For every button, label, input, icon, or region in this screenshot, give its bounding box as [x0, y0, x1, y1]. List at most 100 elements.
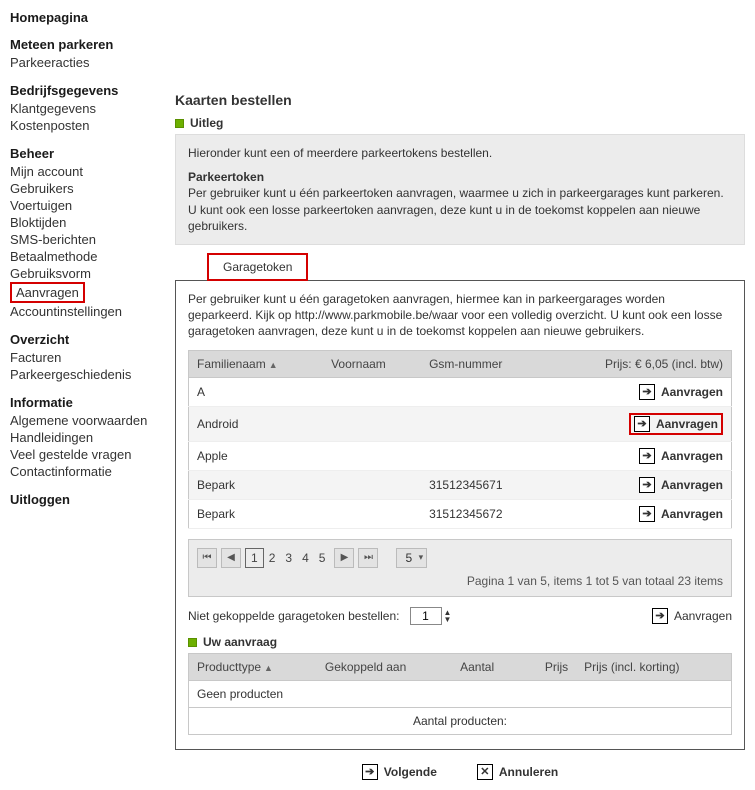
request-button[interactable]: ➔Aanvragen: [639, 384, 723, 400]
arrow-right-icon: ➔: [362, 764, 378, 780]
nav-gebruiksvorm[interactable]: Gebruiksvorm: [10, 265, 170, 282]
pager-next-icon[interactable]: ▶: [334, 548, 354, 568]
pager-first-icon[interactable]: ⏮: [197, 548, 217, 568]
table-row: Apple ➔Aanvragen: [189, 441, 732, 470]
nav-aanvragen[interactable]: Aanvragen: [10, 282, 85, 303]
col-prijs: Prijs: € 6,05 (incl. btw): [545, 350, 732, 377]
pager-page-4[interactable]: 4: [297, 548, 314, 568]
nav-facturen[interactable]: Facturen: [10, 349, 170, 366]
pager-last-icon[interactable]: ⏭: [358, 548, 378, 568]
nav-algemene-voorwaarden[interactable]: Algemene voorwaarden: [10, 412, 170, 429]
products-table: Producttype▲ Gekoppeld aan Aantal Prijs …: [188, 653, 732, 735]
tab-garagetoken[interactable]: Garagetoken: [207, 253, 308, 281]
request-button[interactable]: ➔Aanvragen: [629, 413, 723, 435]
sort-asc-icon: ▲: [264, 663, 273, 673]
cell-voornaam: [323, 499, 421, 528]
cancel-button[interactable]: ✕ Annuleren: [477, 764, 558, 780]
col-gsm[interactable]: Gsm-nummer: [421, 350, 545, 377]
col-aantal[interactable]: Aantal: [452, 653, 521, 680]
cell-voornaam: [323, 406, 421, 441]
spinner-down-icon[interactable]: ▼: [444, 616, 452, 623]
nav-overzicht[interactable]: Overzicht: [10, 332, 170, 347]
pager-info: Pagina 1 van 5, items 1 tot 5 van totaal…: [197, 574, 723, 588]
arrow-right-icon: ➔: [652, 608, 668, 624]
request-button[interactable]: ➔Aanvragen: [639, 448, 723, 464]
cell-voornaam: [323, 441, 421, 470]
cell-gsm: [421, 441, 545, 470]
pager-page-2[interactable]: 2: [264, 548, 281, 568]
pager-page-3[interactable]: 3: [280, 548, 297, 568]
nav-betaalmethode[interactable]: Betaalmethode: [10, 248, 170, 265]
col-familienaam[interactable]: Familienaam▲: [189, 350, 324, 377]
col-producttype[interactable]: Producttype▲: [189, 653, 317, 680]
nav-mijn-account[interactable]: Mijn account: [10, 163, 170, 180]
col-gekoppeld[interactable]: Gekoppeld aan: [317, 653, 452, 680]
request-button[interactable]: ➔Aanvragen: [639, 506, 723, 522]
nav-sms-berichten[interactable]: SMS-berichten: [10, 231, 170, 248]
table-row: Android ➔Aanvragen: [189, 406, 732, 441]
nav-parkeergeschiedenis[interactable]: Parkeergeschiedenis: [10, 366, 170, 383]
request-button[interactable]: ➔Aanvragen: [639, 477, 723, 493]
panel-garagetoken: Per gebruiker kunt u één garagetoken aan…: [175, 280, 745, 750]
info-body: Per gebruiker kunt u één parkeertoken aa…: [188, 185, 732, 234]
table-row: Bepark 31512345671 ➔Aanvragen: [189, 470, 732, 499]
arrow-right-icon: ➔: [639, 448, 655, 464]
page-title: Kaarten bestellen: [175, 92, 745, 108]
nav-handleidingen[interactable]: Handleidingen: [10, 429, 170, 446]
arrow-right-icon: ➔: [639, 384, 655, 400]
nav-parkeeracties[interactable]: Parkeeracties: [10, 54, 170, 71]
order-request-button[interactable]: ➔ Aanvragen: [652, 608, 732, 624]
order-label: Niet gekoppelde garagetoken bestellen:: [188, 609, 400, 623]
square-icon: [188, 638, 197, 647]
section-uitleg: Uitleg: [175, 116, 745, 130]
arrow-right-icon: ➔: [639, 477, 655, 493]
users-table: Familienaam▲ Voornaam Gsm-nummer Prijs: …: [188, 350, 732, 529]
total-row: Aantal producten:: [189, 707, 732, 734]
col-voornaam[interactable]: Voornaam: [323, 350, 421, 377]
nav-veel-gestelde-vragen[interactable]: Veel gestelde vragen: [10, 446, 170, 463]
page-size-select[interactable]: 5: [396, 548, 427, 568]
nav-kostenposten[interactable]: Kostenposten: [10, 117, 170, 134]
nav-uitloggen[interactable]: Uitloggen: [10, 492, 170, 507]
nav-bedrijfsgegevens[interactable]: Bedrijfsgegevens: [10, 83, 170, 98]
cell-gsm: 31512345671: [421, 470, 545, 499]
nav-accountinstellingen[interactable]: Accountinstellingen: [10, 303, 170, 320]
pager-prev-icon[interactable]: ◀: [221, 548, 241, 568]
nav-informatie[interactable]: Informatie: [10, 395, 170, 410]
col-prijs2[interactable]: Prijs: [522, 653, 577, 680]
nav-klantgegevens[interactable]: Klantgegevens: [10, 100, 170, 117]
cell-gsm: 31512345672: [421, 499, 545, 528]
main-content: Kaarten bestellen Uitleg Hieronder kunt …: [175, 0, 755, 790]
pager-page-1[interactable]: 1: [245, 548, 264, 568]
table-row: Bepark31512345672➔Aanvragen: [189, 499, 732, 528]
nav-beheer[interactable]: Beheer: [10, 146, 170, 161]
footer-buttons: ➔ Volgende ✕ Annuleren: [175, 764, 745, 780]
cell-familienaam: Android: [189, 406, 324, 441]
pager: ⏮ ◀ 12345 ▶ ⏭ 5 Pagina 1 van 5, items 1 …: [188, 539, 732, 597]
info-intro: Hieronder kunt een of meerdere parkeerto…: [188, 145, 732, 161]
empty-row: Geen producten: [189, 680, 732, 707]
cell-familienaam: Bepark: [189, 470, 324, 499]
nav-meteen-parkeren[interactable]: Meteen parkeren: [10, 37, 170, 52]
cell-voornaam: [323, 470, 421, 499]
info-box: Hieronder kunt een of meerdere parkeerto…: [175, 134, 745, 245]
col-prijs-korting[interactable]: Prijs (incl. korting): [576, 653, 731, 680]
pager-page-5[interactable]: 5: [314, 548, 331, 568]
order-qty-input[interactable]: [410, 607, 442, 625]
cell-familienaam: Apple: [189, 441, 324, 470]
next-button[interactable]: ➔ Volgende: [362, 764, 437, 780]
cell-gsm: [421, 406, 545, 441]
nav-voertuigen[interactable]: Voertuigen: [10, 197, 170, 214]
nav-bloktijden[interactable]: Bloktijden: [10, 214, 170, 231]
cell-familienaam: A: [189, 377, 324, 406]
table-row: A ➔Aanvragen: [189, 377, 732, 406]
sort-asc-icon: ▲: [269, 360, 278, 370]
arrow-right-icon: ➔: [634, 416, 650, 432]
info-subtitle: Parkeertoken: [188, 169, 732, 185]
cell-gsm: [421, 377, 545, 406]
arrow-right-icon: ➔: [639, 506, 655, 522]
close-icon: ✕: [477, 764, 493, 780]
nav-gebruikers[interactable]: Gebruikers: [10, 180, 170, 197]
nav-contactinformatie[interactable]: Contactinformatie: [10, 463, 170, 480]
nav-home[interactable]: Homepagina: [10, 10, 170, 25]
